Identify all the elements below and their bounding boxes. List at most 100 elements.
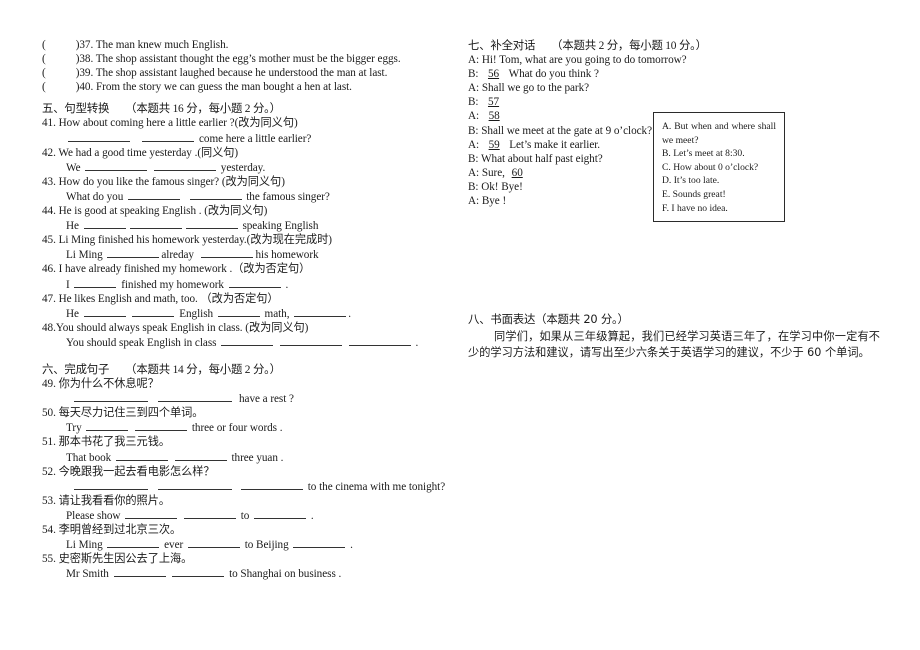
item-text: He is good at speaking English . (改为同义句) <box>58 205 268 218</box>
item-number: 55. <box>42 553 56 566</box>
item-text: He <box>66 307 79 320</box>
answer-blank[interactable] <box>241 479 303 490</box>
item-text: math, <box>264 307 290 320</box>
answer-blank[interactable] <box>142 131 195 142</box>
answer-blank[interactable] <box>113 566 166 578</box>
item-text: finished my homework <box>121 278 224 291</box>
answer-blank[interactable] <box>85 160 148 171</box>
answer-blank[interactable] <box>135 420 188 432</box>
item-number: 49. <box>42 378 56 391</box>
answer-blank[interactable] <box>129 218 182 230</box>
options-reference-box: A. But when and where shall we meet? B. … <box>653 112 785 222</box>
item-text: He likes English and math, too. （改为否定句） <box>58 292 279 305</box>
answer-blank[interactable] <box>201 247 254 259</box>
answer-blank[interactable] <box>189 189 242 200</box>
item-text: the famous singer? <box>246 190 330 203</box>
item-text: What do you <box>66 190 124 203</box>
answer-blank[interactable] <box>74 277 117 288</box>
answer-blank[interactable] <box>74 391 148 403</box>
question-49-prompt: 49. 你为什么不休息呢？ <box>42 377 442 391</box>
dialogue-line: A: Hi! Tom, what are you going to do tom… <box>468 53 888 67</box>
item-text: I have already finished my homework .（改为… <box>58 263 311 276</box>
dialogue-line: B: 56 What do you think ? <box>468 67 888 81</box>
answer-blank[interactable] <box>293 537 346 549</box>
item-number: 42. <box>42 146 56 159</box>
answer-blank[interactable] <box>172 566 225 578</box>
item-number: 54. <box>42 524 56 536</box>
answer-blank-60[interactable]: 60 <box>508 167 527 179</box>
section-title: 八、书面表达（本题共 20 分。） <box>468 312 629 327</box>
answer-blank[interactable] <box>187 537 240 549</box>
answer-blank[interactable] <box>125 508 178 519</box>
section-heading-5: 五、句型转换 （本题共 16 分，每小题 2 分。） <box>42 101 442 116</box>
answer-blank[interactable] <box>132 306 175 317</box>
answer-blank[interactable] <box>183 508 236 519</box>
section-heading-8: 八、书面表达（本题共 20 分。） <box>468 312 888 326</box>
item-number: 38 <box>79 53 91 66</box>
dialogue-text: What about half past eight? <box>481 152 603 165</box>
item-number: 41. <box>42 117 56 130</box>
dialogue-text: Shall we meet at the gate at 9 o’clock? <box>481 124 652 137</box>
answer-blank[interactable] <box>228 277 281 288</box>
answer-blank[interactable] <box>83 306 126 317</box>
answer-blank[interactable] <box>157 479 232 490</box>
item-text: How do you like the famous singer? (改为同义… <box>58 175 285 188</box>
question-49-answer: have a rest ? <box>42 391 442 406</box>
answer-blank[interactable] <box>107 247 160 259</box>
answer-blank-56[interactable]: 56 <box>484 68 503 80</box>
answer-blank[interactable] <box>254 508 307 519</box>
item-number: 37 <box>79 39 91 51</box>
answer-blank[interactable] <box>74 479 148 490</box>
answer-blank[interactable] <box>86 420 129 432</box>
item-number: 46. <box>42 263 56 276</box>
answer-blank[interactable] <box>174 450 227 461</box>
item-text: 史密斯先生因公去了上海。 <box>58 552 193 566</box>
item-text: The man knew much English. <box>95 39 229 51</box>
answer-blank[interactable] <box>115 450 168 461</box>
item-text: I <box>66 278 70 291</box>
speaker-label: B: <box>468 152 479 165</box>
option-item: E. Sounds great! <box>662 188 726 200</box>
dialogue-line: A: Shall we go to the park? <box>468 81 888 95</box>
item-text: three or four words . <box>191 422 283 435</box>
item-text: come here a little earlier? <box>199 132 312 145</box>
section-points: （本题共 2 分，每小题 10 分。） <box>551 40 707 52</box>
answer-blank[interactable] <box>221 335 274 346</box>
question-52-prompt: 52. 今晚跟我一起去看电影怎么样？ <box>42 465 442 479</box>
question-55-prompt: 55. 史密斯先生因公去了上海。 <box>42 552 442 566</box>
item-text: to Shanghai on business . <box>229 568 342 581</box>
item-number: 52. <box>42 465 56 478</box>
answer-blank[interactable] <box>157 391 232 403</box>
answer-blank[interactable] <box>185 218 238 230</box>
answer-blank[interactable] <box>217 306 260 317</box>
item-text: We <box>66 161 81 174</box>
answer-blank[interactable] <box>294 306 347 317</box>
answer-blank[interactable] <box>348 335 411 346</box>
question-47-prompt: 47. He likes English and math, too. （改为否… <box>42 292 442 306</box>
section-title: 六、完成句子 <box>42 361 110 376</box>
answer-blank[interactable] <box>83 218 126 230</box>
answer-blank-58[interactable]: 58 <box>485 110 504 122</box>
question-48-answer: You should speak English in class . <box>42 335 442 350</box>
question-46-prompt: 46. I have already finished my homework … <box>42 262 442 276</box>
item-text: You should speak English in class <box>66 336 217 349</box>
item-text: He <box>66 220 79 233</box>
item-text: yesterday. <box>220 161 266 174</box>
dialogue-text: Hi! Tom, what are you going to do tomorr… <box>481 54 687 67</box>
speaker-label: A: <box>468 138 480 151</box>
answer-blank[interactable] <box>154 160 217 171</box>
answer-blank[interactable] <box>128 189 180 200</box>
question-50-prompt: 50. 每天尽力记住三到四个单词。 <box>42 406 442 420</box>
item-text: English <box>179 307 214 320</box>
item-text: We had a good time yesterday .(同义句) <box>58 146 239 159</box>
question-54-prompt: 54. 李明曾经到过北京三次。 <box>42 523 442 537</box>
answer-blank-57[interactable]: 57 <box>484 96 503 108</box>
answer-blank[interactable] <box>107 537 160 549</box>
answer-blank-59[interactable]: 59 <box>485 139 504 151</box>
answer-blank[interactable] <box>68 131 130 142</box>
item-text: How about coming here a little earlier ?… <box>58 117 298 130</box>
question-42-answer: We yesterday. <box>42 160 442 175</box>
item-text: alreday <box>161 249 194 262</box>
item-text: ever <box>164 539 184 552</box>
answer-blank[interactable] <box>279 335 342 346</box>
